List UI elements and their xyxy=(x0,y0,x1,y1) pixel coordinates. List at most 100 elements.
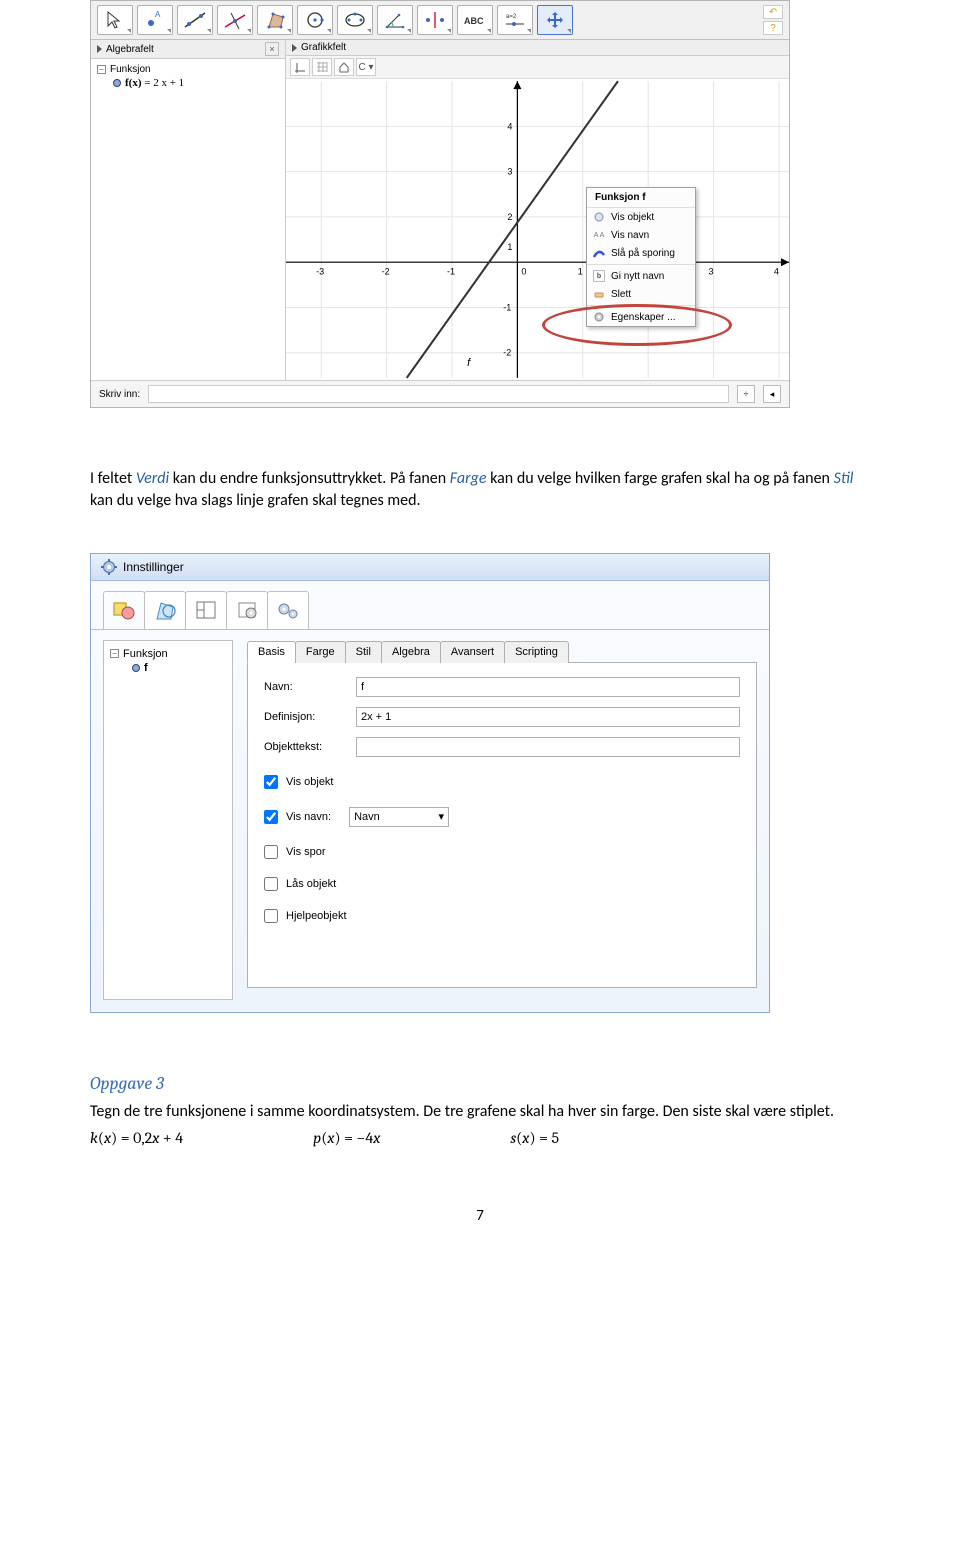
object-dot-icon xyxy=(132,664,140,672)
input-help-icon[interactable]: ÷ xyxy=(737,385,755,403)
tree-item[interactable]: f(x) = 2 x + 1 xyxy=(97,76,279,90)
lock-checkbox[interactable] xyxy=(264,877,278,891)
svg-text:1: 1 xyxy=(507,242,512,252)
input-bar: Skriv inn: ÷ ◂ xyxy=(91,380,789,407)
cat-advanced-tab[interactable] xyxy=(267,591,309,629)
trace-row: Vis spor xyxy=(264,845,740,859)
settings-menu-icon[interactable]: C ▾ xyxy=(356,58,376,76)
polygon-icon xyxy=(261,9,289,31)
algebra-panel: Algebrafelt × − Funksjon f(x) = 2 x + 1 xyxy=(91,40,286,380)
ctx-delete[interactable]: Slett xyxy=(587,285,695,303)
svg-text:3: 3 xyxy=(507,167,512,177)
definition-field[interactable] xyxy=(356,707,740,727)
objects-icon xyxy=(110,597,138,623)
svg-text:2: 2 xyxy=(507,212,512,222)
defaults-icon xyxy=(233,597,261,623)
tab-stil[interactable]: Stil xyxy=(345,641,382,663)
geogebra-window: A xyxy=(90,0,790,408)
expand-icon xyxy=(292,44,297,52)
svg-text:-2: -2 xyxy=(503,348,511,358)
algebra-tree: − Funksjon f(x) = 2 x + 1 xyxy=(91,59,285,96)
tab-basis[interactable]: Basis xyxy=(247,641,296,663)
cat-objects-tab[interactable] xyxy=(103,591,145,629)
tool-move[interactable] xyxy=(97,5,133,35)
graphics-panel: Grafikkfelt C ▾ xyxy=(286,40,789,380)
ctx-show-label[interactable]: A A Vis navn xyxy=(587,226,695,244)
tool-line[interactable] xyxy=(177,5,213,35)
algebra-title: Algebrafelt xyxy=(106,44,154,55)
object-tree: − Funksjon f xyxy=(103,640,233,1000)
grid-toggle-icon[interactable] xyxy=(312,58,332,76)
input-bar-field[interactable] xyxy=(148,385,729,403)
tool-conic[interactable] xyxy=(337,5,373,35)
tree-group[interactable]: − Funksjon xyxy=(97,63,279,76)
objecttext-field[interactable] xyxy=(356,737,740,757)
expand-icon xyxy=(97,45,102,53)
tool-point[interactable]: A xyxy=(137,5,173,35)
visibility-icon xyxy=(593,211,605,223)
helper-checkbox[interactable] xyxy=(264,909,278,923)
home-icon[interactable] xyxy=(334,58,354,76)
svg-text:0: 0 xyxy=(521,266,526,276)
input-bar-label: Skriv inn: xyxy=(99,389,140,400)
eq-s: s(x) = 5 xyxy=(510,1129,559,1147)
tool-circle[interactable] xyxy=(297,5,333,35)
graph-canvas[interactable]: 432 10 -1-2 -3-2-1 12 34 f xyxy=(286,79,789,380)
graphics-panel-header[interactable]: Grafikkfelt xyxy=(286,40,789,56)
settings-dialog: Innstillinger xyxy=(90,553,770,1013)
tab-algebra[interactable]: Algebra xyxy=(381,641,441,663)
ctx-rename[interactable]: b Gi nytt navn xyxy=(587,267,695,285)
reflect-icon xyxy=(421,9,449,31)
layout-icon xyxy=(192,597,220,623)
input-collapse-icon[interactable]: ◂ xyxy=(763,385,781,403)
cat-graphics-tab[interactable] xyxy=(144,591,186,629)
svg-text:-3: -3 xyxy=(316,266,324,276)
collapse-icon: − xyxy=(110,649,119,658)
trace-icon xyxy=(593,247,605,259)
cat-defaults-tab[interactable] xyxy=(226,591,268,629)
property-tabs: Basis Farge Stil Algebra Avansert Script… xyxy=(247,640,757,663)
helper-row: Hjelpeobjekt xyxy=(264,909,740,923)
move-view-icon xyxy=(541,9,569,31)
undo-icon[interactable]: ↶ xyxy=(763,5,783,19)
chevron-down-icon: ▾ xyxy=(439,810,445,823)
tab-farge[interactable]: Farge xyxy=(295,641,346,663)
graphics-view-toolbar: C ▾ xyxy=(286,56,789,79)
tool-angle[interactable] xyxy=(377,5,413,35)
show-name-checkbox[interactable] xyxy=(264,810,278,824)
tool-text[interactable]: ABC xyxy=(457,5,493,35)
definition-label: Definisjon: xyxy=(264,711,344,723)
tree-item[interactable]: f xyxy=(110,661,226,675)
ctx-trace[interactable]: Slå på sporing xyxy=(587,244,695,262)
dialog-titlebar: Innstillinger xyxy=(91,554,769,581)
tab-avansert[interactable]: Avansert xyxy=(440,641,505,663)
property-body: Navn: Definisjon: Objekttekst: xyxy=(247,663,757,988)
slider-icon: a=2 xyxy=(501,9,529,31)
tool-polygon[interactable] xyxy=(257,5,293,35)
show-name-select[interactable]: Navn ▾ xyxy=(349,807,449,827)
tool-perpendicular[interactable] xyxy=(217,5,253,35)
ctx-show-object[interactable]: Vis objekt xyxy=(587,208,695,226)
svg-text:a=2: a=2 xyxy=(506,14,517,20)
eraser-icon xyxy=(593,288,605,300)
show-object-checkbox[interactable] xyxy=(264,775,278,789)
tool-move-view[interactable] xyxy=(537,5,573,35)
help-icon[interactable]: ? xyxy=(763,21,783,35)
tool-slider[interactable]: a=2 xyxy=(497,5,533,35)
tab-scripting[interactable]: Scripting xyxy=(504,641,569,663)
axes-toggle-icon[interactable] xyxy=(290,58,310,76)
tree-group[interactable]: − Funksjon xyxy=(110,647,226,661)
tool-reflect[interactable] xyxy=(417,5,453,35)
settings-category-tabs xyxy=(91,591,769,630)
trace-checkbox[interactable] xyxy=(264,845,278,859)
show-object-row: Vis objekt xyxy=(264,775,740,789)
name-field[interactable] xyxy=(356,677,740,697)
dialog-title: Innstillinger xyxy=(123,560,184,574)
svg-text:-2: -2 xyxy=(382,266,390,276)
angle-icon xyxy=(381,9,409,31)
close-icon[interactable]: × xyxy=(265,42,279,56)
cat-layout-tab[interactable] xyxy=(185,591,227,629)
ellipse-icon xyxy=(341,9,369,31)
algebra-panel-header[interactable]: Algebrafelt × xyxy=(91,40,285,59)
collapse-icon: − xyxy=(97,65,106,74)
